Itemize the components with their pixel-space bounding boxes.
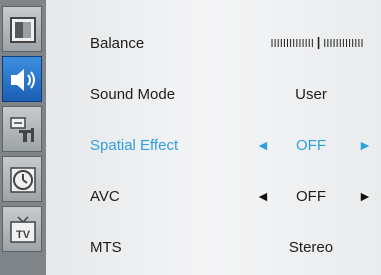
sidebar-item-time[interactable] [2, 156, 42, 202]
avc-value: OFF [296, 188, 326, 205]
sound-menu-panel: Balance Sound Mode User Spatial Effect ◄… [46, 0, 381, 275]
sidebar-item-sound[interactable] [2, 56, 42, 102]
spatial-effect-label: Spatial Effect [90, 137, 179, 154]
arrow-right-icon[interactable]: ► [358, 120, 372, 171]
sound-mode-value: User [295, 86, 327, 103]
balance-bar[interactable] [271, 37, 363, 49]
tv-icon: TV [10, 216, 36, 243]
menu-row-balance[interactable]: Balance [46, 18, 381, 69]
setup-icon [10, 117, 34, 142]
svg-text:TV: TV [16, 229, 31, 241]
mts-value: Stereo [288, 239, 334, 256]
avc-label: AVC [90, 188, 120, 205]
sidebar: TV [0, 0, 46, 275]
sidebar-item-picture[interactable] [2, 6, 42, 52]
menu-row-mts[interactable]: MTS Stereo [46, 222, 381, 273]
sound-mode-label: Sound Mode [90, 86, 176, 103]
sidebar-item-tv[interactable]: TV [2, 206, 42, 252]
menu-row-spatial-effect[interactable]: Spatial Effect ◄ OFF ► [46, 120, 381, 171]
menu-row-sound-mode[interactable]: Sound Mode User [46, 69, 381, 120]
sound-icon [11, 69, 35, 91]
clock-icon [10, 167, 36, 193]
balance-label: Balance [90, 35, 145, 52]
sidebar-item-setup[interactable] [2, 106, 42, 152]
menu-row-avc[interactable]: AVC ◄ OFF ► [46, 171, 381, 222]
spatial-effect-value: OFF [296, 137, 326, 154]
picture-icon [10, 17, 36, 43]
mts-label: MTS [90, 239, 122, 256]
arrow-right-icon[interactable]: ► [358, 171, 372, 222]
